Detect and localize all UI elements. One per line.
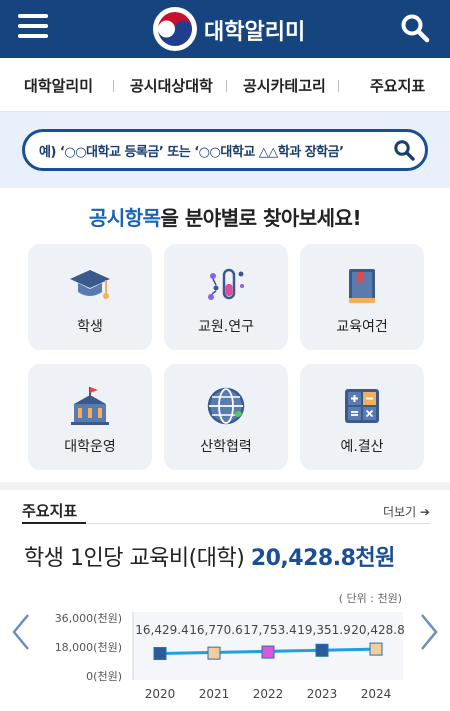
nav-divider <box>113 80 114 92</box>
nav-item-key-indicators[interactable]: 주요지표 <box>370 75 425 96</box>
data-label: 20,428.8 <box>351 623 404 637</box>
more-link[interactable]: 더보기 ➔ <box>383 503 430 520</box>
indicator-label: 학생 1인당 교육비(대학) <box>24 546 245 571</box>
indicator-title: 학생 1인당 교육비(대학) 20,428.8천원 <box>24 540 395 572</box>
test-tube-icon <box>208 268 244 300</box>
data-point[interactable] <box>207 646 221 660</box>
data-point[interactable] <box>315 643 329 657</box>
nav-item-alimi[interactable]: 대학알리미 <box>24 75 93 96</box>
calculator-icon <box>345 389 379 423</box>
indicator-chart: 36,000(천원) 18,000(천원) 0(천원) 16,429.4 2020 16… <box>55 611 405 701</box>
data-label: 19,351.9 <box>297 623 350 637</box>
tile-label: 교원.연구 <box>198 319 254 335</box>
y-tick-label: 0(천원) <box>86 669 122 683</box>
search-icon[interactable] <box>400 13 430 43</box>
tile-budget-settlement[interactable]: 예.결산 <box>300 364 424 470</box>
indicator-heading: 주요지표 <box>22 502 78 520</box>
data-label: 17,753.4 <box>243 623 296 637</box>
data-label: 16,770.6 <box>189 623 242 637</box>
category-title-accent: 공시항목 <box>88 206 161 230</box>
x-tick-label: 2020 <box>145 687 176 701</box>
tile-label: 산학협력 <box>200 439 252 455</box>
indicator-value: 20,428.8천원 <box>250 546 396 571</box>
data-point[interactable] <box>261 645 275 659</box>
data-point[interactable] <box>369 642 383 656</box>
tile-student[interactable]: 학생 <box>28 244 152 350</box>
y-tick-label: 18,000(천원) <box>55 640 122 654</box>
search-section: 예) ‘○○대학교 등록금’ 또는 ‘○○대학교 △△학과 장학금’ <box>0 112 450 188</box>
graduation-cap-icon <box>70 270 110 299</box>
tile-university-operation[interactable]: 대학운영 <box>28 364 152 470</box>
tile-label: 교육여건 <box>336 319 388 335</box>
nav-divider <box>226 80 227 92</box>
x-tick-label: 2022 <box>253 687 284 701</box>
x-tick-label: 2021 <box>199 687 230 701</box>
y-tick-label: 36,000(천원) <box>55 611 122 625</box>
tile-education-conditions[interactable]: 교육여건 <box>300 244 424 350</box>
category-title-rest: 을 분야별로 찾아보세요! <box>160 206 362 230</box>
university-building-icon <box>71 387 109 425</box>
nav-item-target-universities[interactable]: 공시대상대학 <box>130 75 213 96</box>
search-icon[interactable] <box>393 139 415 161</box>
tile-label: 학생 <box>77 319 103 335</box>
category-section-title: 공시항목을 분야별로 찾아보세요! <box>0 202 450 231</box>
search-input[interactable]: 예) ‘○○대학교 등록금’ 또는 ‘○○대학교 △△학과 장학금’ <box>22 129 428 171</box>
indicator-heading-underline <box>22 522 86 524</box>
brand-title[interactable]: 대학알리미 <box>204 14 305 46</box>
x-tick-label: 2023 <box>307 687 338 701</box>
x-tick-label: 2024 <box>361 687 392 701</box>
tile-label: 예.결산 <box>340 439 384 455</box>
main-nav: 대학알리미 공시대상대학 공시카테고리 주요지표 <box>0 58 450 112</box>
nav-item-categories[interactable]: 공시카테고리 <box>243 75 326 96</box>
menu-icon[interactable] <box>18 14 48 44</box>
tile-faculty-research[interactable]: 교원.연구 <box>164 244 288 350</box>
data-label: 16,429.4 <box>135 623 188 637</box>
government-logo-icon[interactable] <box>152 6 198 52</box>
tile-industry-cooperation[interactable]: 산학협력 <box>164 364 288 470</box>
data-point[interactable] <box>153 647 167 661</box>
search-placeholder: 예) ‘○○대학교 등록금’ 또는 ‘○○대학교 △△학과 장학금’ <box>39 145 344 160</box>
globe-icon <box>207 387 245 425</box>
tile-label: 대학운영 <box>64 439 116 455</box>
section-divider <box>0 482 450 490</box>
top-header: 대학알리미 <box>0 0 450 58</box>
nav-divider <box>338 80 339 92</box>
book-icon <box>349 269 375 303</box>
